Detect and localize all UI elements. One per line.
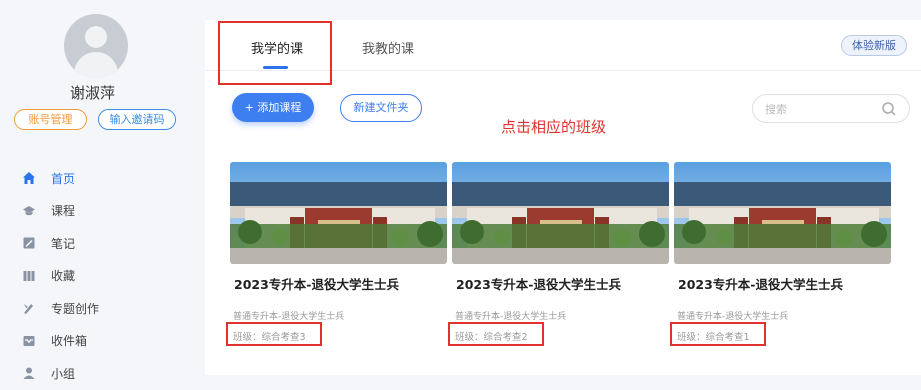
search-box[interactable] bbox=[752, 94, 910, 123]
annotation-hint: 点击相应的班级 bbox=[501, 118, 607, 136]
avatar[interactable] bbox=[64, 14, 128, 78]
note-icon bbox=[22, 236, 36, 250]
course-tabs: 我学的课 我教的课 体验新版 bbox=[205, 20, 921, 71]
class-highlight-box bbox=[448, 322, 544, 346]
new-folder-button[interactable]: 新建文件夹 bbox=[340, 94, 422, 122]
sidebar: 谢淑萍 账号管理 输入邀请码 首页 课程 笔记 收藏 专题创作 收件箱 小组 bbox=[0, 0, 185, 381]
user-name: 谢淑萍 bbox=[69, 84, 115, 102]
group-icon bbox=[22, 366, 36, 380]
course-card[interactable]: 2023专升本-退役大学生士兵 普通专升本-退役大学生士兵 班级：综合考查3 bbox=[226, 162, 447, 362]
course-title[interactable]: 2023专升本-退役大学生士兵 bbox=[456, 274, 621, 293]
add-course-button[interactable]: + 添加课程 bbox=[232, 93, 314, 122]
course-card[interactable]: 2023专升本-退役大学生士兵 普通专升本-退役大学生士兵 班级：综合考查1 bbox=[670, 162, 891, 362]
sidebar-item-course[interactable]: 课程 bbox=[0, 195, 185, 228]
try-new-version-button[interactable]: 体验新版 bbox=[841, 35, 907, 56]
course-title[interactable]: 2023专升本-退役大学生士兵 bbox=[234, 274, 399, 293]
course-cover-image[interactable] bbox=[452, 162, 669, 264]
sidebar-item-label: 课程 bbox=[51, 204, 76, 219]
sidebar-item-inbox[interactable]: 收件箱 bbox=[0, 325, 185, 358]
main-panel: 我学的课 我教的课 体验新版 + 添加课程 新建文件夹 点击相应的班级 搜索 2… bbox=[205, 20, 921, 375]
sidebar-item-label: 笔记 bbox=[51, 236, 76, 251]
tab-my-teaching[interactable]: 我教的课 bbox=[362, 38, 414, 57]
course-card[interactable]: 2023专升本-退役大学生士兵 普通专升本-退役大学生士兵 班级：综合考查2 bbox=[448, 162, 669, 362]
course-cover-image[interactable] bbox=[230, 162, 447, 264]
search-icon[interactable] bbox=[881, 101, 897, 117]
sidebar-item-label: 收件箱 bbox=[51, 334, 88, 349]
class-highlight-box bbox=[670, 322, 766, 346]
creation-icon bbox=[22, 301, 36, 315]
course-subtitle: 普通专升本-退役大学生士兵 bbox=[233, 312, 345, 322]
sidebar-item-label: 小组 bbox=[51, 366, 76, 381]
search-input[interactable] bbox=[765, 101, 875, 117]
course-subtitle: 普通专升本-退役大学生士兵 bbox=[455, 312, 567, 322]
sidebar-nav: 首页 课程 笔记 收藏 专题创作 收件箱 小组 bbox=[0, 162, 185, 390]
sidebar-item-topic-creation[interactable]: 专题创作 bbox=[0, 292, 185, 325]
course-title[interactable]: 2023专升本-退役大学生士兵 bbox=[678, 274, 843, 293]
home-icon bbox=[22, 171, 36, 185]
account-management-button[interactable]: 账号管理 bbox=[14, 109, 87, 130]
class-highlight-box bbox=[226, 322, 322, 346]
course-icon bbox=[22, 204, 36, 218]
course-cover-image[interactable] bbox=[674, 162, 891, 264]
invite-code-button[interactable]: 输入邀请码 bbox=[98, 109, 176, 130]
tab-my-learning[interactable]: 我学的课 bbox=[251, 38, 303, 57]
sidebar-item-notes[interactable]: 笔记 bbox=[0, 227, 185, 260]
course-subtitle: 普通专升本-退役大学生士兵 bbox=[677, 312, 789, 322]
sidebar-item-group[interactable]: 小组 bbox=[0, 357, 185, 390]
sidebar-item-label: 收藏 bbox=[51, 269, 76, 284]
inbox-icon bbox=[22, 334, 36, 348]
bookmark-icon bbox=[22, 269, 36, 283]
sidebar-item-favorites[interactable]: 收藏 bbox=[0, 260, 185, 293]
sidebar-item-label: 首页 bbox=[51, 171, 76, 186]
sidebar-item-label: 专题创作 bbox=[51, 301, 100, 316]
active-tab-indicator bbox=[263, 66, 288, 69]
sidebar-item-home[interactable]: 首页 bbox=[0, 162, 185, 195]
